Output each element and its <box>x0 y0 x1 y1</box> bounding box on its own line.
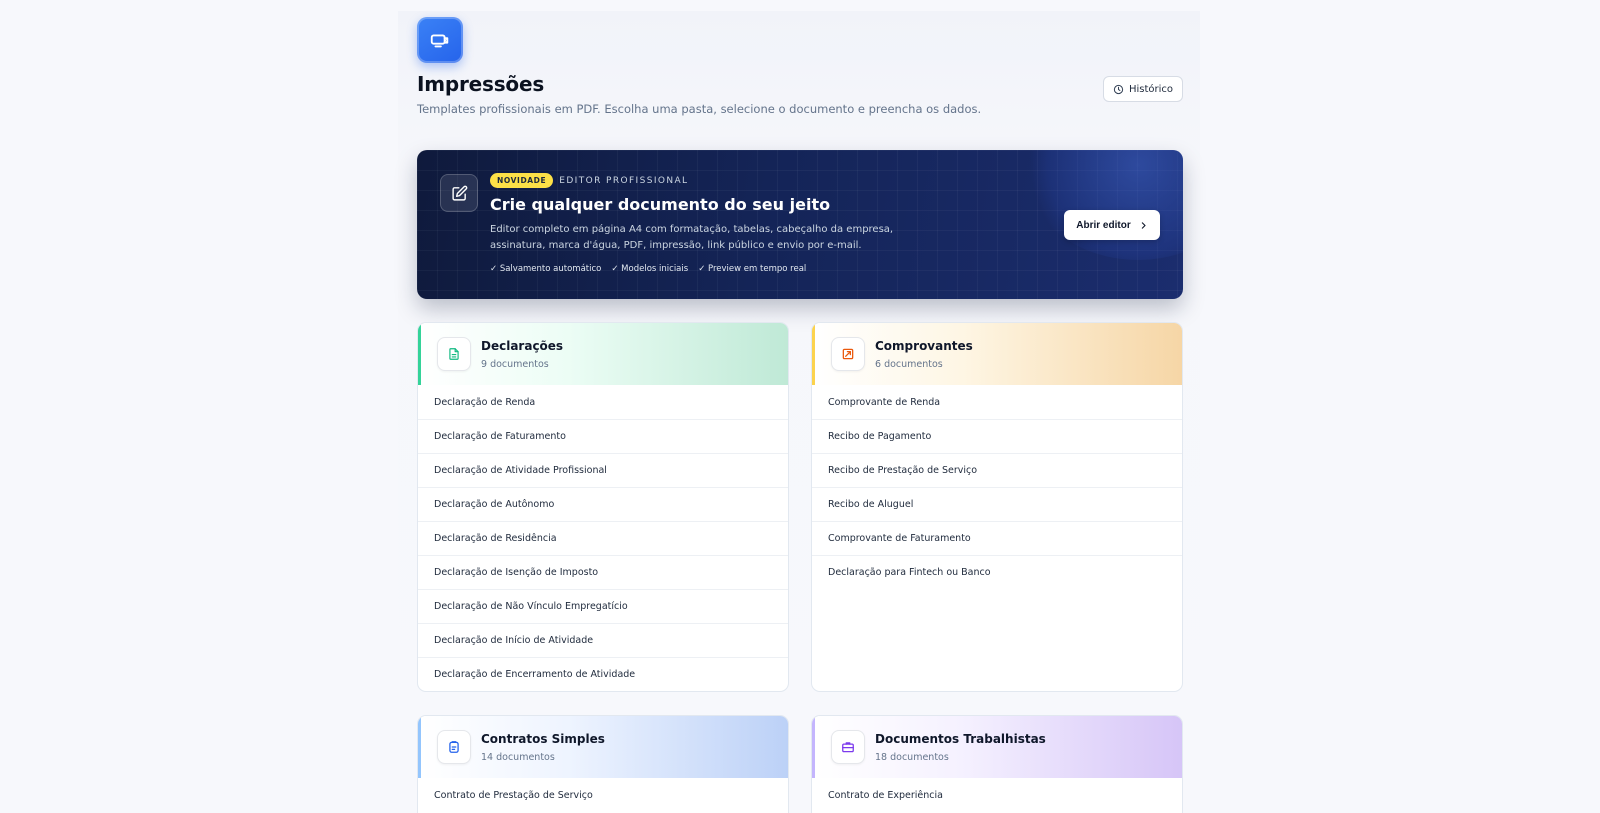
banner-badge-row: NOVIDADE EDITOR PROFISSIONAL <box>490 173 688 188</box>
page-title: Impressões <box>417 72 545 96</box>
list-item[interactable]: Declaração de Não Vínculo Empregatício <box>418 589 788 623</box>
document-icon <box>437 337 471 371</box>
banner-description: Editor completo em página A4 com formata… <box>490 224 894 251</box>
folder-header[interactable]: Documentos Trabalhistas 18 documentos <box>812 716 1182 778</box>
banner-features: ✓ Salvamento automático ✓ Modelos inicia… <box>490 264 806 274</box>
contract-icon <box>437 730 471 764</box>
list-item[interactable]: Declaração de Início de Atividade <box>418 623 788 657</box>
list-item[interactable]: Comprovante de Faturamento <box>812 521 1182 555</box>
briefcase-icon <box>831 730 865 764</box>
list-item[interactable]: Recibo de Pagamento <box>812 419 1182 453</box>
list-item[interactable]: Declaração de Residência <box>418 521 788 555</box>
folder-declaracoes: Declarações 9 documentos Declaração de R… <box>417 322 789 692</box>
editor-banner: NOVIDADE EDITOR PROFISSIONAL Crie qualqu… <box>417 150 1183 299</box>
list-item[interactable]: Contrato de Prestação de Serviço <box>418 778 788 812</box>
document-list: Comprovante de Renda Recibo de Pagamento… <box>812 385 1182 589</box>
document-list: Contrato de Prestação de Serviço <box>418 778 788 812</box>
folder-name: Declarações <box>481 338 564 353</box>
banner-eyebrow: EDITOR PROFISSIONAL <box>559 175 689 186</box>
list-item[interactable]: Comprovante de Renda <box>812 385 1182 419</box>
list-item[interactable]: Recibo de Aluguel <box>812 487 1182 521</box>
open-editor-button[interactable]: Abrir editor <box>1064 210 1160 240</box>
clock-icon <box>1113 84 1124 94</box>
list-item[interactable]: Contrato de Experiência <box>812 778 1182 812</box>
printer-icon <box>417 17 463 63</box>
list-item[interactable]: Declaração de Isenção de Imposto <box>418 555 788 589</box>
chevron-right-icon <box>1141 221 1146 229</box>
document-list: Contrato de Experiência <box>812 778 1182 812</box>
folder-name: Comprovantes <box>875 338 973 353</box>
banner-title: Crie qualquer documento do seu jeito <box>490 195 831 214</box>
list-item[interactable]: Declaração de Faturamento <box>418 419 788 453</box>
folder-name: Contratos Simples <box>481 731 605 746</box>
open-editor-label: Abrir editor <box>1076 219 1131 231</box>
list-item[interactable]: Declaração para Fintech ou Banco <box>812 555 1182 589</box>
list-item[interactable]: Declaração de Autônomo <box>418 487 788 521</box>
receipt-icon <box>831 337 865 371</box>
feature-templates: ✓ Modelos iniciais <box>611 264 689 274</box>
folder-comprovantes: Comprovantes 6 documentos Comprovante de… <box>811 322 1183 692</box>
history-button[interactable]: Histórico <box>1103 76 1183 102</box>
folder-name: Documentos Trabalhistas <box>875 731 1046 746</box>
feature-autosave: ✓ Salvamento automático <box>490 264 602 274</box>
folder-contratos-simples: Contratos Simples 14 documentos Contrato… <box>417 715 789 813</box>
folder-count: 6 documentos <box>875 358 943 370</box>
folder-count: 14 documentos <box>481 751 555 763</box>
edit-icon <box>440 174 478 212</box>
feature-preview: ✓ Preview em tempo real <box>698 264 807 274</box>
page-subtitle: Templates profissionais em PDF. Escolha … <box>417 102 982 116</box>
folder-documentos-trabalhistas: Documentos Trabalhistas 18 documentos Co… <box>811 715 1183 813</box>
folder-count: 18 documentos <box>875 751 949 763</box>
new-badge: NOVIDADE <box>490 173 554 188</box>
list-item[interactable]: Declaração de Atividade Profissional <box>418 453 788 487</box>
list-item[interactable]: Declaração de Renda <box>418 385 788 419</box>
history-button-label: Histórico <box>1128 83 1174 95</box>
document-list: Declaração de Renda Declaração de Fatura… <box>418 385 788 691</box>
folder-header[interactable]: Declarações 9 documentos <box>418 323 788 385</box>
folder-header[interactable]: Contratos Simples 14 documentos <box>418 716 788 778</box>
folder-count: 9 documentos <box>481 358 549 370</box>
list-item[interactable]: Recibo de Prestação de Serviço <box>812 453 1182 487</box>
list-item[interactable]: Declaração de Encerramento de Atividade <box>418 657 788 691</box>
folder-header[interactable]: Comprovantes 6 documentos <box>812 323 1182 385</box>
